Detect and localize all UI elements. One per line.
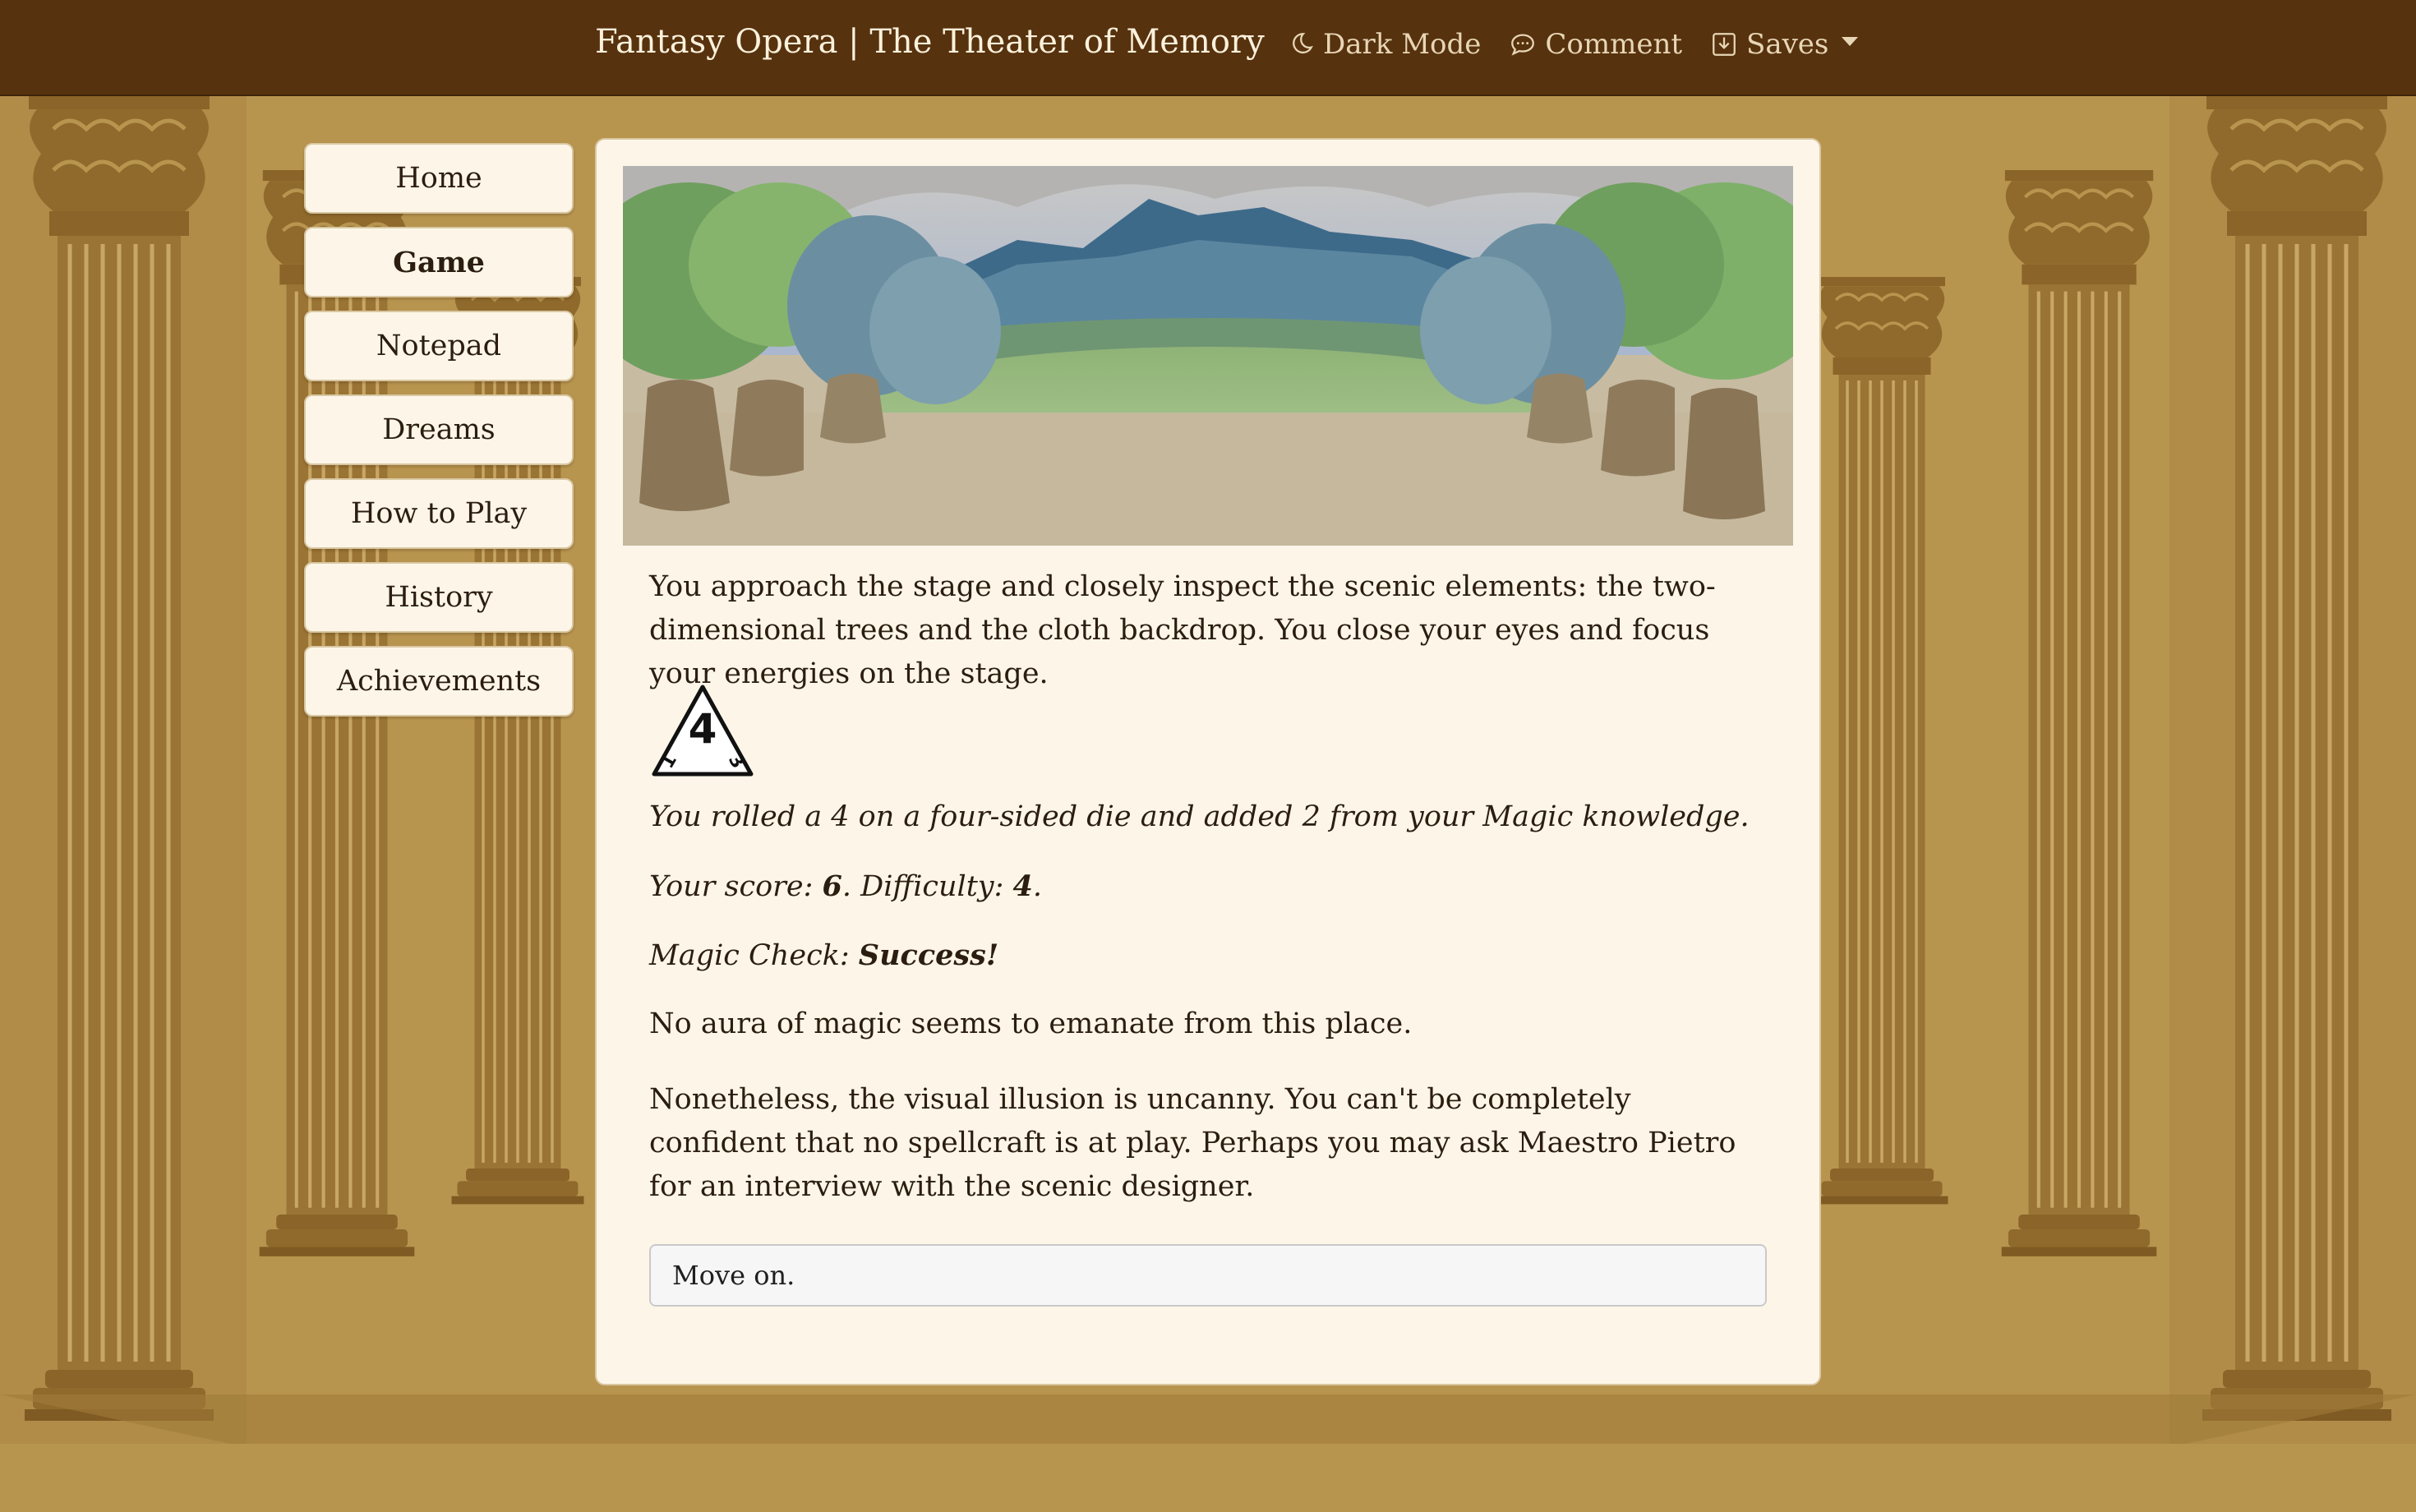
check-prefix: Magic Check:: [649, 939, 859, 972]
chat-bubble-icon: [1511, 34, 1535, 56]
sidebar: Home Game Notepad Dreams How to Play His…: [304, 143, 574, 730]
sidebar-item-home[interactable]: Home: [304, 143, 574, 214]
comment-label: Comment: [1545, 28, 1683, 61]
save-download-icon: [1713, 33, 1736, 56]
four-sided-die-icon: 4 1 3: [652, 685, 754, 777]
sidebar-item-how-to-play[interactable]: How to Play: [304, 478, 574, 549]
sidebar-item-achievements[interactable]: Achievements: [304, 646, 574, 717]
aura-paragraph: No aura of magic seems to emanate from t…: [649, 1007, 1413, 1040]
sidebar-item-notepad[interactable]: Notepad: [304, 311, 574, 381]
saves-dropdown[interactable]: Saves: [1710, 28, 1859, 61]
difficulty-prefix: . Difficulty:: [841, 870, 1013, 903]
sidebar-item-history[interactable]: History: [304, 562, 574, 633]
check-line: Magic Check: Success!: [649, 938, 998, 972]
dark-mode-label: Dark Mode: [1323, 28, 1482, 61]
roll-result-text: You rolled a 4 on a four-sided die and a…: [649, 800, 1750, 833]
dark-mode-button[interactable]: Dark Mode: [1287, 28, 1481, 61]
score-line: Your score: 6. Difficulty: 4.: [649, 869, 1042, 903]
illusion-paragraph: Nonetheless, the visual illusion is unca…: [649, 1083, 1736, 1203]
site-brand[interactable]: Fantasy Opera | The Theater of Memory: [595, 23, 1265, 61]
score-prefix: Your score:: [649, 870, 823, 903]
chevron-down-icon: [1842, 36, 1859, 46]
saves-label: Saves: [1746, 28, 1829, 61]
check-result: Success!: [858, 938, 999, 972]
score-suffix: .: [1032, 870, 1042, 903]
moon-icon: [1293, 33, 1313, 54]
difficulty-value: 4: [1012, 869, 1033, 903]
comment-button[interactable]: Comment: [1509, 28, 1682, 61]
scenic-backdrop-image: [623, 166, 1793, 546]
game-card: You approach the stage and closely inspe…: [595, 138, 1821, 1385]
intro-paragraph: You approach the stage and closely inspe…: [649, 570, 1716, 690]
score-value: 6: [822, 869, 842, 903]
sidebar-item-dreams[interactable]: Dreams: [304, 394, 574, 465]
navbar-links: Dark Mode Comment Saves: [1287, 28, 1859, 61]
sidebar-item-game[interactable]: Game: [304, 227, 574, 297]
top-navbar: Fantasy Opera | The Theater of Memory Da…: [0, 0, 2416, 96]
die-top-face: 4: [689, 705, 717, 753]
move-on-choice-button[interactable]: Move on.: [649, 1244, 1767, 1307]
